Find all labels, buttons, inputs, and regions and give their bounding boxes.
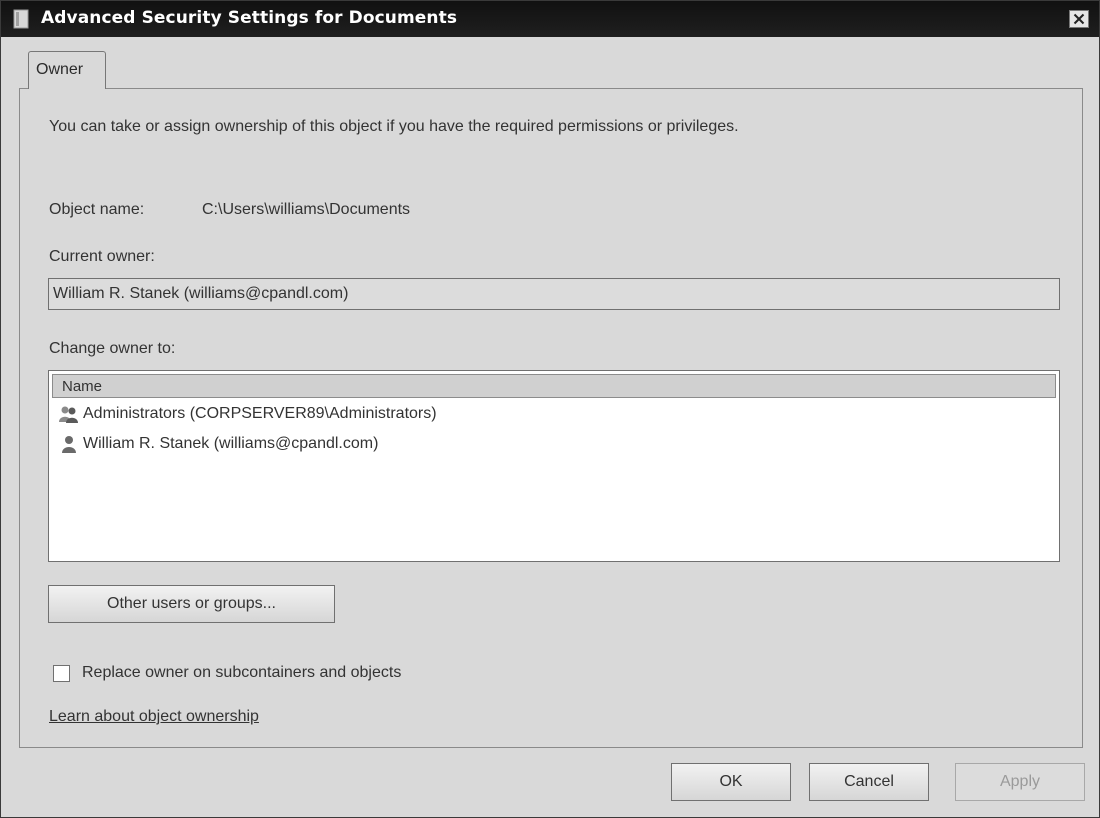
dialog-window: Advanced Security Settings for Documents… [0,0,1100,818]
current-owner-label: Current owner: [49,248,155,265]
replace-owner-checkbox[interactable] [53,665,70,682]
ok-button[interactable]: OK [671,763,791,801]
window-title: Advanced Security Settings for Documents [41,8,458,28]
other-users-or-groups-button[interactable]: Other users or groups... [48,585,335,623]
replace-owner-label[interactable]: Replace owner on subcontainers and objec… [82,664,401,682]
list-item-label: William R. Stanek (williams@cpandl.com) [83,435,379,452]
change-owner-label: Change owner to: [49,340,176,357]
learn-ownership-link[interactable]: Learn about object ownership [49,708,259,726]
list-item-label: Administrators (CORPSERVER89\Administrat… [83,405,437,422]
cancel-button[interactable]: Cancel [809,763,929,801]
object-name-value: C:\Users\williams\Documents [202,201,411,218]
close-button[interactable] [1069,10,1089,28]
current-owner-field: William R. Stanek (williams@cpandl.com) [48,278,1060,310]
ownership-description: You can take or assign ownership of this… [49,118,739,135]
close-icon [1073,13,1085,25]
apply-button[interactable]: Apply [955,763,1085,801]
group-icon [59,406,78,423]
list-item-administrators[interactable]: Administrators (CORPSERVER89\Administrat… [58,401,437,427]
list-header-name[interactable]: Name [52,374,1056,398]
folder-security-icon [13,9,29,29]
title-bar[interactable]: Advanced Security Settings for Documents [1,1,1099,37]
user-icon [62,436,76,453]
change-owner-list[interactable]: Name Administrators (CORPSERVER89\Admini… [48,370,1060,562]
owner-tab-panel: You can take or assign ownership of this… [19,88,1083,748]
list-item-william-stanek[interactable]: William R. Stanek (williams@cpandl.com) [58,431,378,457]
tab-owner[interactable]: Owner [28,51,106,89]
object-name-label: Object name: [49,201,145,218]
